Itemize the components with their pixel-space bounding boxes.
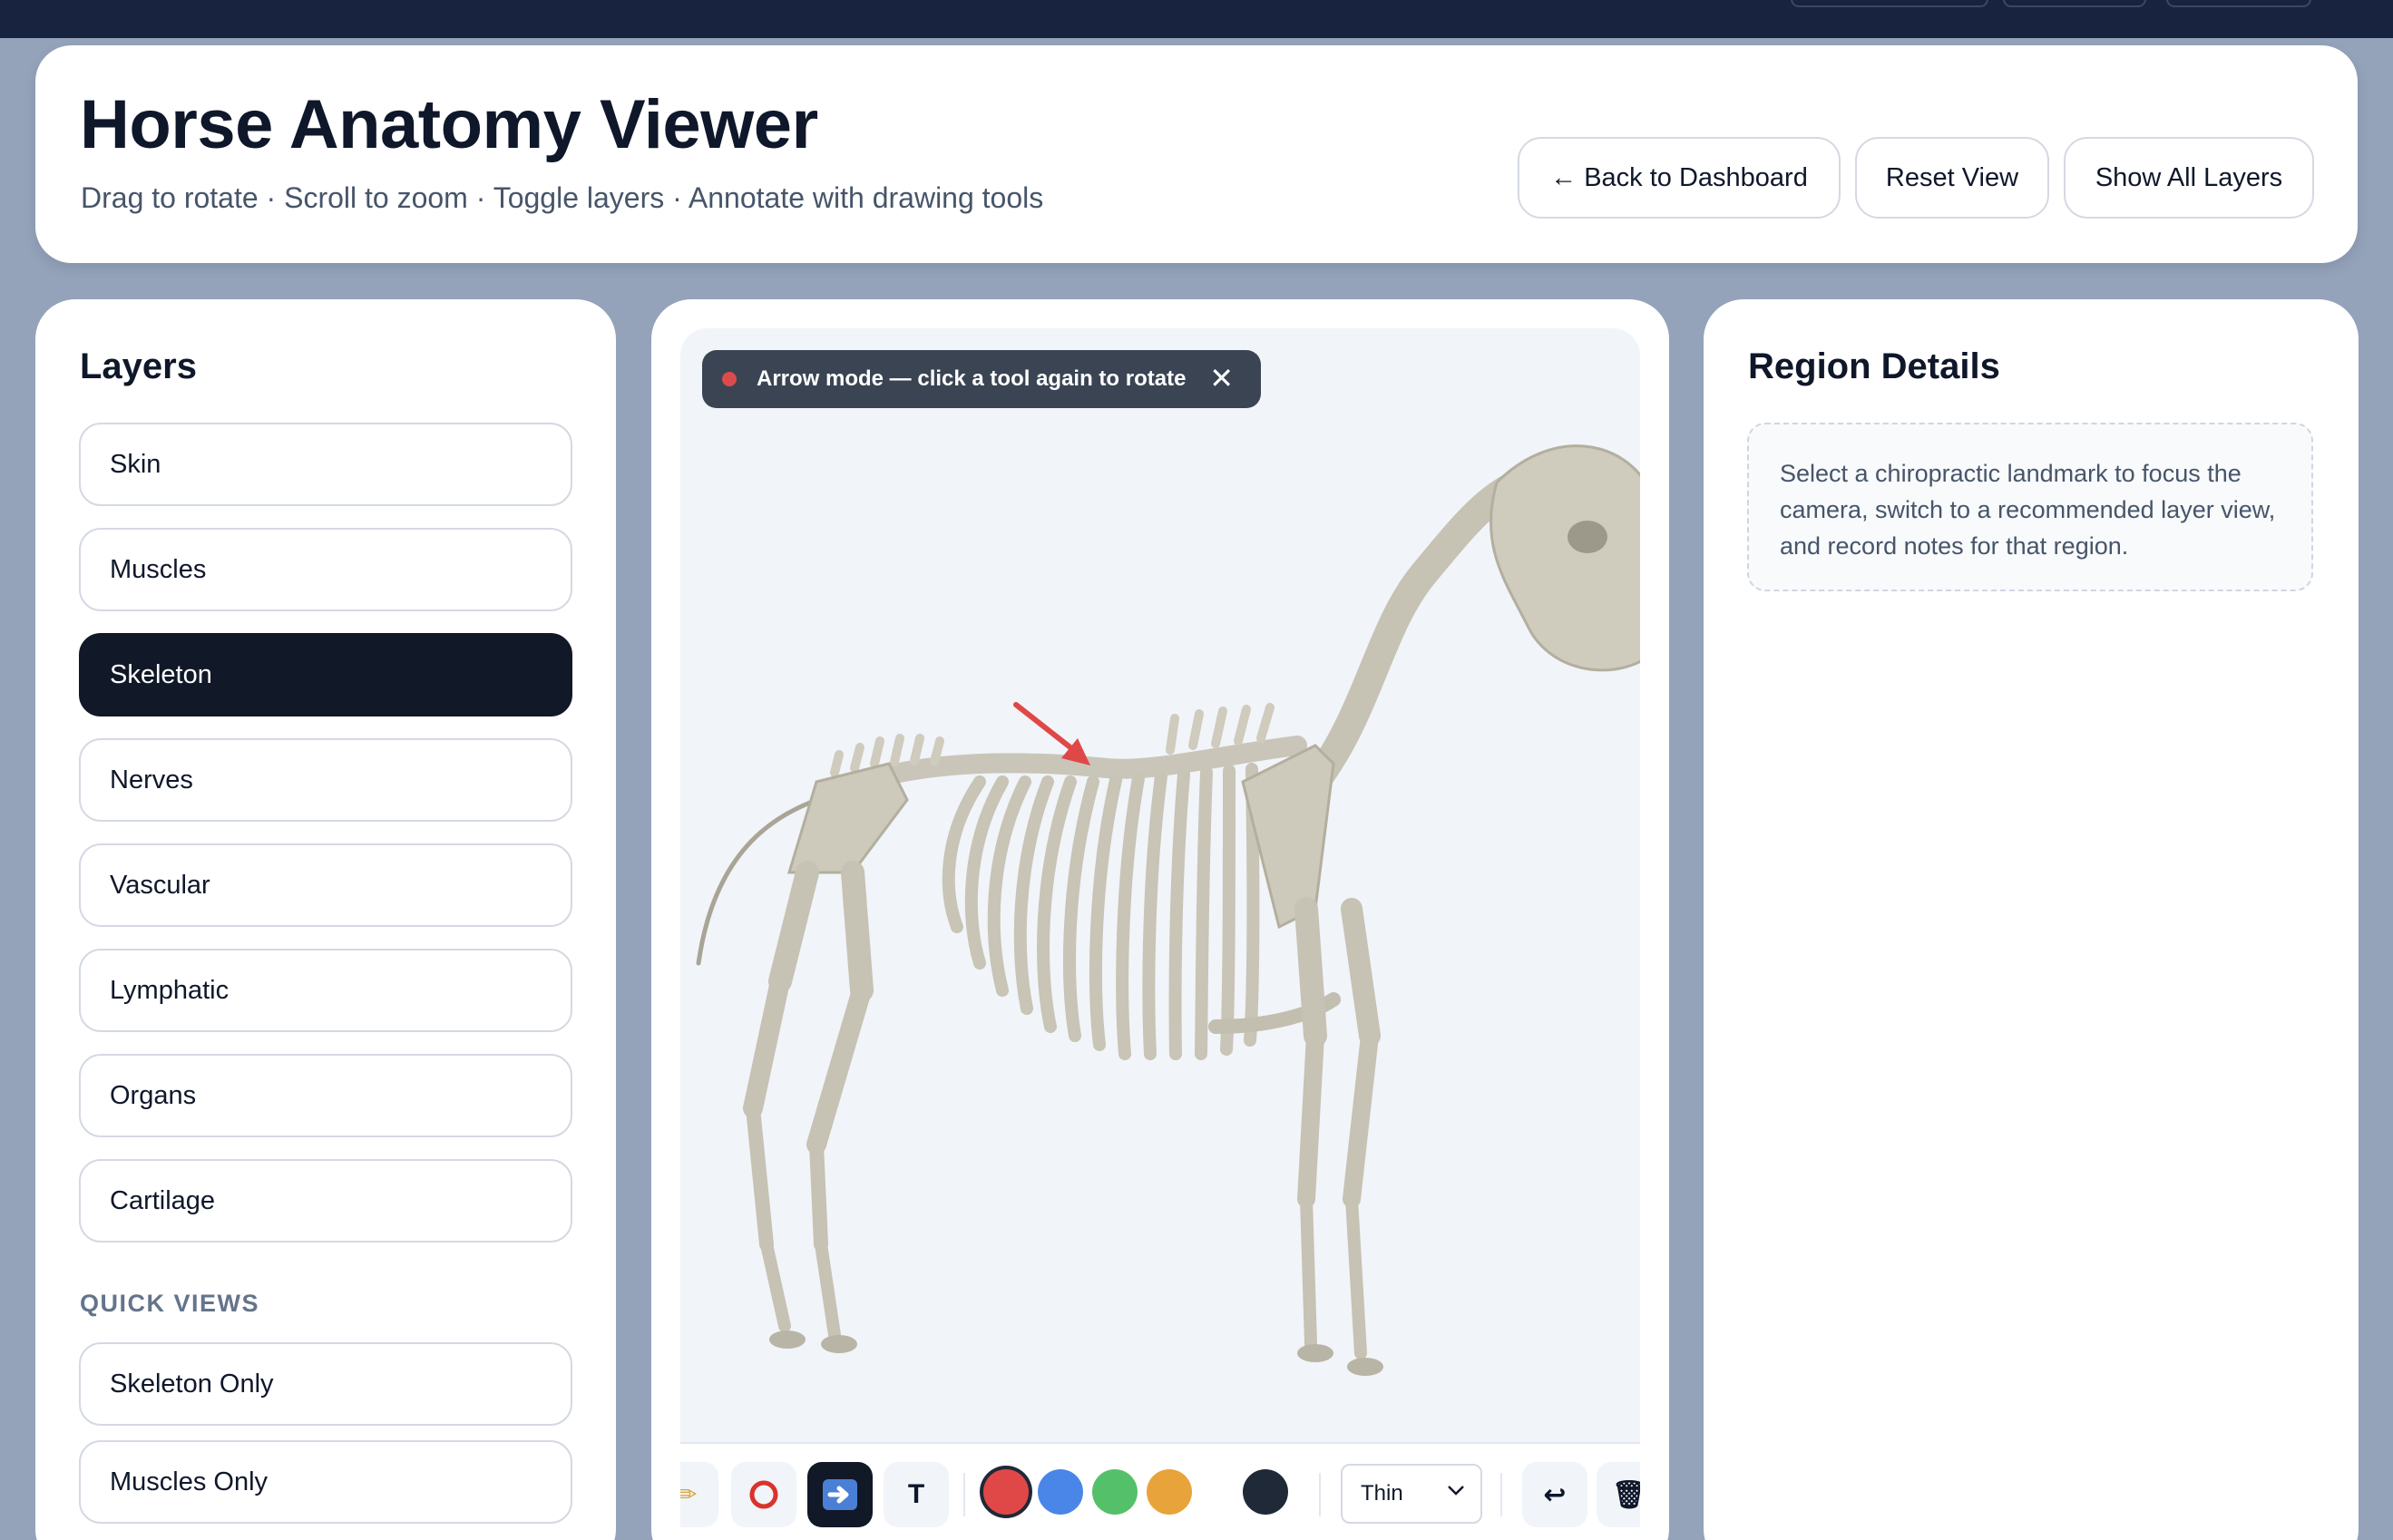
back-to-dashboard-button[interactable]: ← Back to Dashboard [1518, 137, 1841, 219]
layer-skin-button[interactable]: Skin [79, 423, 572, 506]
color-swatch-orange[interactable] [1147, 1469, 1192, 1515]
quick-view-muscles-only-button[interactable]: Muscles Only [79, 1440, 572, 1524]
reset-view-button[interactable]: Reset View [1855, 137, 2049, 219]
nav-pill[interactable] [2003, 0, 2146, 7]
viewer-panel: Arrow mode — click a tool again to rotat… [651, 299, 1669, 1540]
page-title: Horse Anatomy Viewer [80, 86, 818, 163]
stroke-thickness-select[interactable]: Thin [1341, 1464, 1482, 1524]
nav-pill[interactable] [1791, 0, 1988, 7]
page-subtitle: Drag to rotate · Scroll to zoom · Toggle… [81, 181, 1044, 214]
show-all-layers-button[interactable]: Show All Layers [2064, 137, 2314, 219]
layer-muscles-button[interactable]: Muscles [79, 528, 572, 611]
header-card: Horse Anatomy Viewer Drag to rotate · Sc… [35, 45, 2358, 263]
chevron-down-icon [1448, 1486, 1464, 1496]
color-swatch-red[interactable] [983, 1469, 1029, 1515]
layers-title: Layers [80, 346, 197, 386]
layer-lymphatic-button[interactable]: Lymphatic [79, 949, 572, 1032]
region-details-title: Region Details [1748, 346, 2000, 386]
layer-nerves-button[interactable]: Nerves [79, 738, 572, 822]
close-icon[interactable]: ✕ [1209, 361, 1234, 395]
layers-panel: Layers Skin Muscles Skeleton Nerves Vasc… [35, 299, 616, 1540]
layer-vascular-button[interactable]: Vascular [79, 843, 572, 927]
horse-skeleton-model[interactable] [680, 328, 1640, 1442]
circle-icon[interactable] [731, 1462, 796, 1527]
text-icon[interactable]: T [884, 1462, 949, 1527]
nav-pill[interactable] [2166, 0, 2311, 7]
mode-chip-text: Arrow mode — click a tool again to rotat… [757, 366, 1187, 391]
region-details-panel: Region Details Select a chiropractic lan… [1704, 299, 2359, 1540]
drawing-toolbar: ✏ T Thin ↩ 🗑 [680, 1442, 1640, 1540]
mode-status-dot [722, 372, 737, 386]
color-swatch-dark[interactable] [1243, 1469, 1288, 1515]
color-swatch-green[interactable] [1092, 1469, 1138, 1515]
toolbar-divider [963, 1473, 965, 1516]
layer-skeleton-button[interactable]: Skeleton [79, 633, 572, 716]
mode-indicator-chip: Arrow mode — click a tool again to rotat… [702, 350, 1261, 408]
trash-icon[interactable]: 🗑 [1597, 1462, 1640, 1527]
toolbar-divider [1319, 1473, 1321, 1516]
3d-viewport[interactable]: Arrow mode — click a tool again to rotat… [680, 328, 1640, 1442]
pencil-icon[interactable]: ✏ [680, 1462, 718, 1527]
top-nav-bar [0, 0, 2393, 38]
region-details-empty-state: Select a chiropractic landmark to focus … [1747, 423, 2313, 591]
toolbar-divider [1500, 1473, 1502, 1516]
undo-icon[interactable]: ↩ [1522, 1462, 1587, 1527]
quick-view-skeleton-only-button[interactable]: Skeleton Only [79, 1342, 572, 1426]
layer-organs-button[interactable]: Organs [79, 1054, 572, 1137]
quick-views-label: QUICK VIEWS [80, 1290, 260, 1317]
color-swatch-blue[interactable] [1038, 1469, 1083, 1515]
layer-cartilage-button[interactable]: Cartilage [79, 1159, 572, 1243]
arrow-icon[interactable] [807, 1462, 873, 1527]
thickness-value: Thin [1361, 1481, 1403, 1506]
